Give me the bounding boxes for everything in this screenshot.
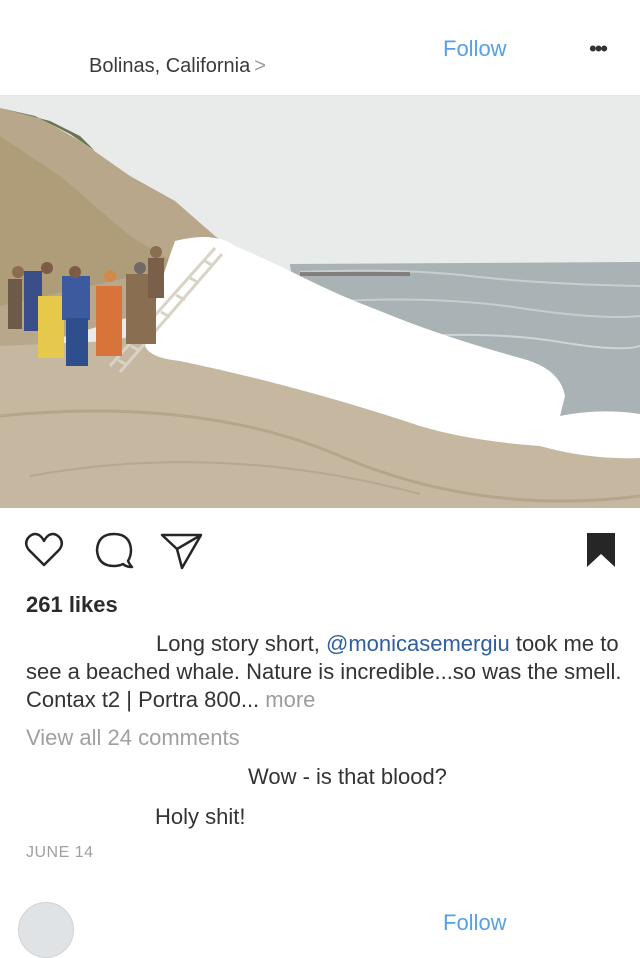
next-post-follow-button[interactable]: Follow xyxy=(443,910,507,936)
post-date: JUNE 14 xyxy=(26,844,94,861)
post-actions-bar xyxy=(0,515,640,585)
bookmark-icon[interactable] xyxy=(586,532,616,568)
more-options-icon[interactable]: ••• xyxy=(589,36,608,62)
post-header: Bolinas, California > Follow ••• xyxy=(0,0,640,95)
caption-mention-link[interactable]: @monicasemergiu xyxy=(326,631,510,656)
next-post-avatar[interactable] xyxy=(18,902,74,958)
chevron-right-icon: > xyxy=(254,55,266,77)
caption-more-link[interactable]: more xyxy=(259,687,315,712)
paper-plane-icon[interactable] xyxy=(160,531,204,571)
post-caption: Long story short, @monicasemergiu took m… xyxy=(26,630,626,714)
caption-text-start: Long story short, xyxy=(156,631,326,656)
location-link[interactable]: Bolinas, California > xyxy=(89,55,266,78)
beach-photo-image xyxy=(0,96,640,508)
heart-icon[interactable] xyxy=(24,532,64,568)
view-all-comments-link[interactable]: View all 24 comments xyxy=(26,725,240,751)
comment-item: Wow - is that blood? xyxy=(248,764,447,789)
comment-item: Holy shit! xyxy=(155,804,246,829)
post-photo[interactable] xyxy=(0,96,640,508)
comment-bubble-icon[interactable] xyxy=(94,531,134,569)
location-label: Bolinas, California xyxy=(89,55,251,77)
likes-count[interactable]: 261 likes xyxy=(26,592,118,618)
follow-button[interactable]: Follow xyxy=(443,36,507,62)
